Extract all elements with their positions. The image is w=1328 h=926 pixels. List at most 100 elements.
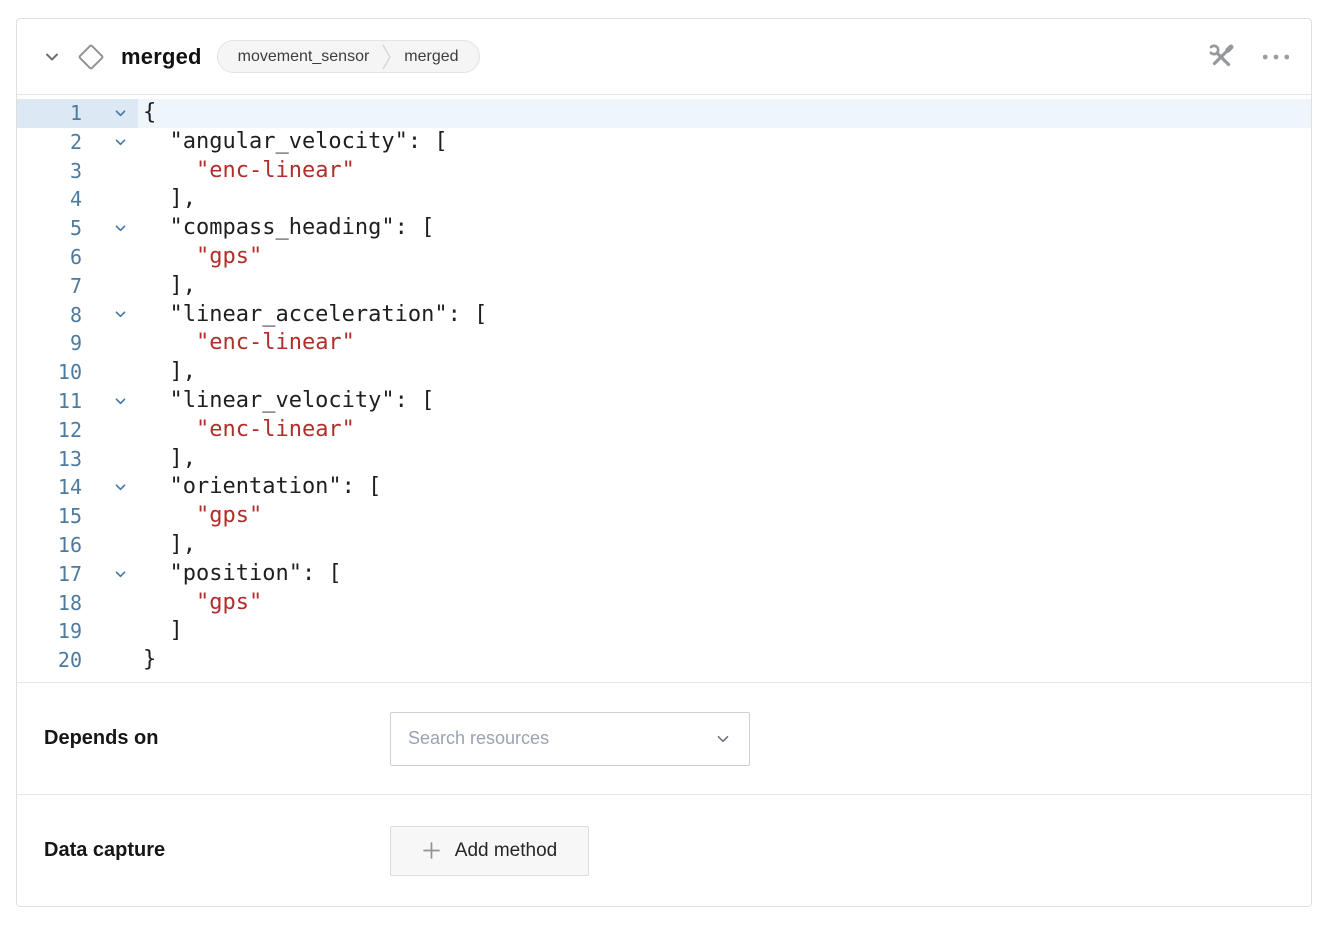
add-method-button[interactable]: Add method: [390, 826, 589, 876]
line-number: 19: [17, 617, 82, 646]
editor-gutter: 20: [17, 646, 138, 675]
line-number: 20: [17, 646, 82, 675]
line-number: 14: [17, 473, 82, 502]
code-text: "enc-linear": [138, 416, 355, 445]
editor-gutter: 5: [17, 214, 138, 243]
data-capture-section: Data capture Add method: [17, 794, 1311, 906]
fold-spacer: [82, 243, 138, 272]
code-text: "linear_acceleration": [: [138, 301, 487, 330]
line-number: 15: [17, 502, 82, 531]
code-line[interactable]: 9 "enc-linear": [17, 329, 1311, 358]
code-line[interactable]: 8 "linear_acceleration": [: [17, 301, 1311, 330]
code-line[interactable]: 4 ],: [17, 185, 1311, 214]
code-line[interactable]: 12 "enc-linear": [17, 416, 1311, 445]
fold-spacer: [82, 502, 138, 531]
editor-gutter: 2: [17, 128, 138, 157]
line-number: 3: [17, 157, 82, 186]
code-text: "enc-linear": [138, 329, 355, 358]
fold-spacer: [82, 646, 138, 675]
code-line[interactable]: 16 ],: [17, 531, 1311, 560]
fold-spacer: [82, 445, 138, 474]
fold-spacer: [82, 157, 138, 186]
editor-gutter: 14: [17, 473, 138, 502]
fold-chevron-icon[interactable]: [114, 308, 127, 321]
editor-gutter: 17: [17, 560, 138, 589]
editor-gutter: 19: [17, 617, 138, 646]
editor-gutter: 11: [17, 387, 138, 416]
fold-chevron-icon[interactable]: [114, 222, 127, 235]
depends-on-placeholder: Search resources: [408, 728, 549, 749]
tools-icon: [1206, 42, 1236, 72]
line-number: 16: [17, 531, 82, 560]
editor-gutter: 8: [17, 301, 138, 330]
code-line[interactable]: 14 "orientation": [: [17, 473, 1311, 502]
depends-on-select[interactable]: Search resources: [390, 712, 750, 766]
line-number: 10: [17, 358, 82, 387]
editor-gutter: 10: [17, 358, 138, 387]
editor-gutter: 9: [17, 329, 138, 358]
code-line[interactable]: 11 "linear_velocity": [: [17, 387, 1311, 416]
fold-spacer: [82, 589, 138, 618]
code-line[interactable]: 20}: [17, 646, 1311, 675]
editor-gutter: 1: [17, 99, 138, 128]
code-text: ],: [138, 358, 196, 387]
code-line[interactable]: 18 "gps": [17, 589, 1311, 618]
chevron-down-icon: [715, 731, 731, 747]
fold-chevron-icon[interactable]: [114, 568, 127, 581]
fold-chevron-icon[interactable]: [114, 136, 127, 149]
code-text: "gps": [138, 502, 262, 531]
fold-chevron-icon[interactable]: [114, 395, 127, 408]
component-card-header: merged movement_sensor merged: [17, 19, 1311, 95]
collapse-toggle-button[interactable]: [42, 47, 62, 67]
code-text: "enc-linear": [138, 157, 355, 186]
code-line[interactable]: 19 ]: [17, 617, 1311, 646]
fold-chevron-icon[interactable]: [114, 481, 127, 494]
line-number: 1: [17, 99, 82, 128]
code-line[interactable]: 13 ],: [17, 445, 1311, 474]
code-text: }: [138, 646, 156, 675]
code-line[interactable]: 10 ],: [17, 358, 1311, 387]
fold-spacer: [82, 329, 138, 358]
json-config-editor[interactable]: 1{2 "angular_velocity": [3 "enc-linear"4…: [17, 95, 1311, 682]
code-text: ],: [138, 272, 196, 301]
line-number: 18: [17, 589, 82, 618]
diamond-component-icon: [75, 41, 107, 73]
code-text: "orientation": [: [138, 473, 381, 502]
code-line[interactable]: 5 "compass_heading": [: [17, 214, 1311, 243]
add-method-label: Add method: [455, 840, 557, 862]
chevron-down-icon: [42, 47, 62, 67]
code-line[interactable]: 15 "gps": [17, 502, 1311, 531]
code-line[interactable]: 1{: [17, 99, 1311, 128]
editor-gutter: 3: [17, 157, 138, 186]
code-line[interactable]: 6 "gps": [17, 243, 1311, 272]
fold-spacer: [82, 531, 138, 560]
line-number: 5: [17, 214, 82, 243]
line-number: 2: [17, 128, 82, 157]
code-text: ],: [138, 531, 196, 560]
more-menu-button[interactable]: [1262, 54, 1290, 60]
component-name-title: merged: [121, 44, 202, 70]
code-line[interactable]: 3 "enc-linear": [17, 157, 1311, 186]
line-number: 9: [17, 329, 82, 358]
fold-spacer: [82, 272, 138, 301]
fold-chevron-icon[interactable]: [114, 107, 127, 120]
data-capture-label: Data capture: [44, 839, 390, 862]
code-line[interactable]: 7 ],: [17, 272, 1311, 301]
line-number: 12: [17, 416, 82, 445]
code-text: "linear_velocity": [: [138, 387, 434, 416]
fold-spacer: [82, 617, 138, 646]
fold-spacer: [82, 416, 138, 445]
code-text: "gps": [138, 243, 262, 272]
code-text: "position": [: [138, 560, 342, 589]
line-number: 6: [17, 243, 82, 272]
breadcrumb-name: merged: [404, 48, 458, 66]
code-line[interactable]: 2 "angular_velocity": [: [17, 128, 1311, 157]
plus-icon: [422, 841, 441, 860]
breadcrumb-separator-icon: [382, 43, 391, 71]
editor-gutter: 6: [17, 243, 138, 272]
code-line[interactable]: 17 "position": [: [17, 560, 1311, 589]
tools-button[interactable]: [1206, 42, 1236, 72]
code-text: "angular_velocity": [: [138, 128, 448, 157]
depends-on-section: Depends on Search resources: [17, 682, 1311, 794]
line-number: 11: [17, 387, 82, 416]
